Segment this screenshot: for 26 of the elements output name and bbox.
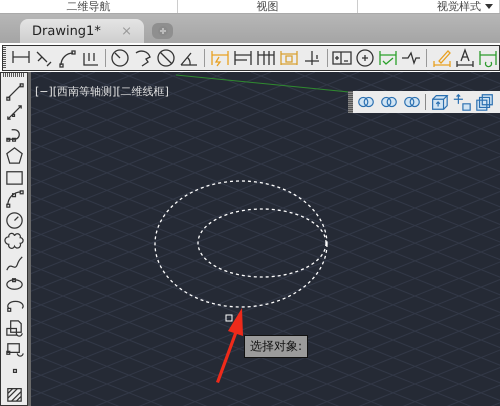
center-mark-icon[interactable] [354,47,376,69]
pickbox [226,314,232,322]
text-edit-icon[interactable] [454,47,476,69]
toolbar-grip[interactable] [3,73,25,77]
cloud-icon[interactable] [4,231,24,252]
panel-title: 视觉样式 [437,1,481,12]
plus-icon [158,26,168,36]
tooltip: 选择对象: [244,335,308,358]
tab-label: Drawing1* [32,24,101,38]
pentagon-icon[interactable] [4,145,24,166]
panel-title: 二维导航 [66,1,110,12]
arc-icon[interactable] [4,188,24,209]
move-icon[interactable] [452,92,472,112]
toolbar-grip[interactable] [3,47,6,69]
radius-icon[interactable] [109,47,132,69]
viewport-label[interactable]: [−][西南等轴测][二维线框] [35,84,169,99]
caret-icon[interactable] [485,4,493,9]
drawing-canvas[interactable]: [−][西南等轴测][二维线框] 选择对象: [31,72,500,406]
box-icon[interactable] [429,92,449,112]
diameter-icon[interactable] [155,47,178,69]
stacked-boxes-icon[interactable] [475,92,495,112]
insert-block-icon[interactable] [4,317,24,338]
line-icon[interactable] [4,80,24,102]
panel-title: 视图 [256,1,278,12]
toolbar-grip[interactable] [348,91,353,113]
drawing-tab[interactable]: Drawing1* × [20,19,144,43]
